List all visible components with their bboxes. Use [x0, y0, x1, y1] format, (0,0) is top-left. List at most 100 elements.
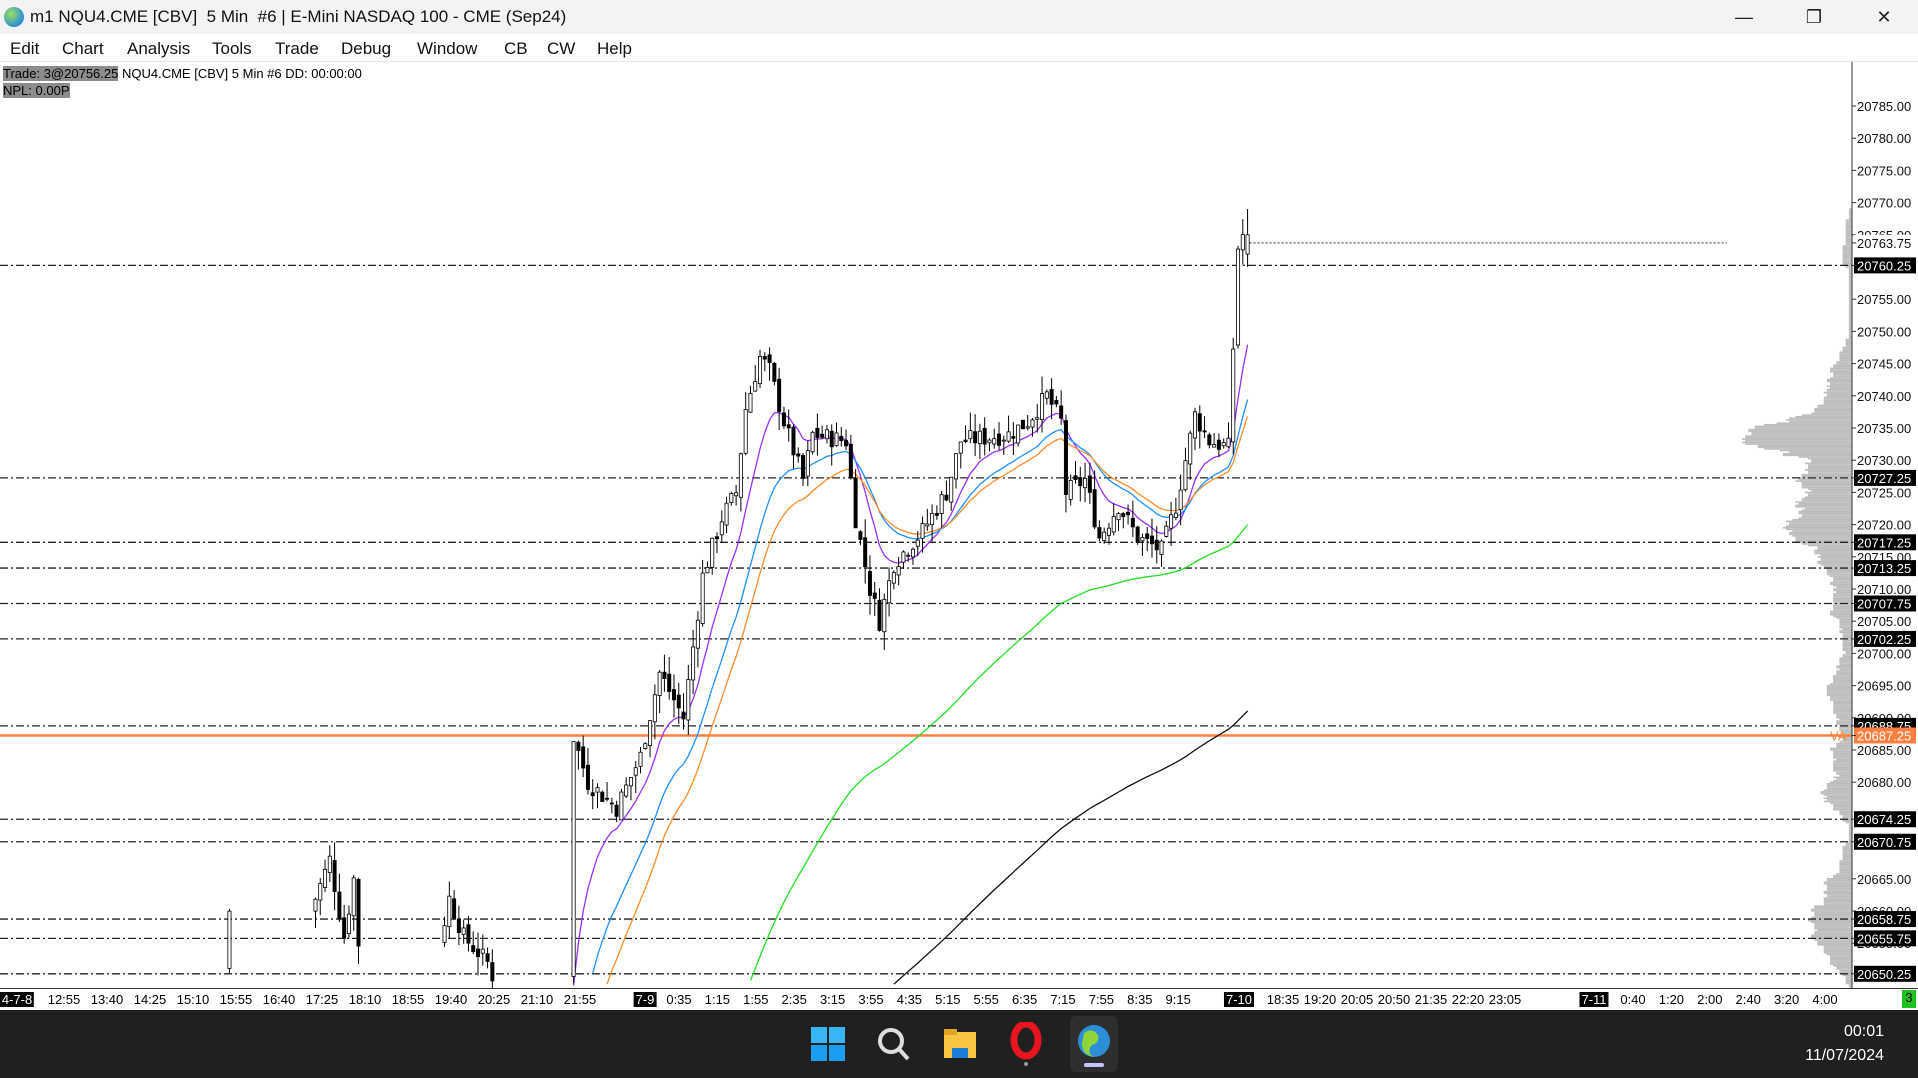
volume-profile-bar — [1833, 366, 1852, 368]
minimize-button[interactable]: — — [1714, 0, 1774, 34]
volume-profile-bar — [1839, 813, 1852, 816]
chart-app-icon[interactable] — [1070, 1016, 1118, 1072]
volume-profile-bar — [1826, 894, 1852, 896]
volume-profile-bar — [1845, 266, 1852, 268]
value-area-label: VA — [1830, 729, 1847, 744]
candle-down — [867, 571, 872, 596]
volume-profile-bar — [1826, 572, 1852, 574]
volume-profile-bar — [1804, 496, 1852, 499]
menu-edit[interactable]: Edit — [10, 39, 39, 59]
volume-profile-bar — [1836, 745, 1852, 748]
volume-profile-bar — [1836, 586, 1852, 589]
candle-down — [614, 804, 619, 817]
volume-profile-bar — [1830, 367, 1852, 370]
candle-up — [987, 439, 992, 444]
menu-trade[interactable]: Trade — [275, 39, 319, 59]
volume-profile-bar — [1789, 523, 1852, 526]
candle-up — [891, 572, 896, 584]
volume-profile-bar — [1782, 452, 1852, 455]
menu-help[interactable]: Help — [597, 39, 632, 59]
menu-debug[interactable]: Debug — [341, 39, 391, 59]
candle-down — [863, 537, 868, 568]
volume-profile-bar — [1798, 502, 1852, 505]
menu-tools[interactable]: Tools — [212, 39, 252, 59]
volume-profile-bar — [1804, 462, 1852, 465]
candle-up — [323, 868, 328, 889]
volume-profile-bar — [1842, 644, 1852, 647]
volume-profile-bar — [1789, 417, 1852, 420]
price-tick-label: 20750.00 — [1857, 324, 1911, 339]
volume-profile-bar — [1842, 262, 1852, 265]
volume-profile-bar — [1833, 578, 1852, 581]
volume-profile-bar — [1823, 947, 1852, 949]
level-price-label: 20658.75 — [1857, 912, 1911, 927]
candle-down — [1078, 477, 1083, 487]
volume-profile-bar — [1823, 800, 1852, 803]
candle-down — [1049, 388, 1054, 405]
volume-profile-bar — [1751, 432, 1852, 434]
candle-up — [977, 430, 982, 445]
candle-down — [973, 431, 978, 444]
volume-profile-bar — [1833, 702, 1852, 705]
candle-up — [227, 910, 232, 969]
volume-profile-bar — [1801, 475, 1852, 478]
candle-up — [571, 741, 576, 977]
volume-profile-bar — [1836, 362, 1852, 365]
volume-profile-bar — [1814, 924, 1852, 927]
time-label: 3:15 — [819, 992, 846, 1007]
opera-icon[interactable] — [1004, 1022, 1048, 1066]
volume-profile-bar — [1789, 451, 1852, 453]
volume-profile-bar — [1842, 858, 1852, 861]
volume-profile-bar — [1842, 246, 1852, 249]
volume-profile-bar — [1833, 808, 1852, 811]
taskbar: 00:01 11/07/2024 — [0, 1010, 1918, 1078]
restore-button[interactable]: ❐ — [1784, 0, 1844, 34]
file-explorer-icon[interactable] — [938, 1022, 982, 1066]
volume-profile-bar — [1830, 612, 1852, 614]
start-icon[interactable] — [806, 1022, 850, 1066]
candle-up — [939, 494, 944, 514]
volume-profile-bar — [1817, 562, 1852, 565]
candle-up — [1164, 525, 1169, 537]
volume-profile-bar — [1845, 219, 1852, 222]
volume-profile-bar — [1826, 395, 1852, 397]
volume-profile-bar — [1845, 981, 1852, 983]
volume-profile-bar — [1826, 390, 1852, 392]
volume-profile-bar — [1814, 409, 1852, 412]
volume-profile-bar — [1839, 718, 1852, 721]
volume-profile-bar — [1839, 351, 1852, 354]
candle-down — [671, 689, 676, 701]
volume-profile-bar — [1839, 868, 1852, 870]
menu-cb[interactable]: CB — [504, 39, 528, 59]
volume-profile-bar — [1823, 950, 1852, 953]
close-button[interactable]: ✕ — [1854, 0, 1914, 34]
volume-profile-bar — [1830, 802, 1852, 804]
volume-profile-bar — [1845, 243, 1852, 246]
volume-profile-bar — [1826, 886, 1852, 888]
candle-up — [805, 450, 810, 477]
candle-down — [1087, 475, 1092, 493]
level-price-label: 20702.25 — [1857, 632, 1911, 647]
candle-down — [452, 898, 457, 919]
menu-analysis[interactable]: Analysis — [127, 39, 190, 59]
volume-profile-bar — [1830, 749, 1852, 751]
volume-profile-bar — [1798, 512, 1852, 515]
price-chart[interactable]: 20785.0020780.0020775.0020770.0020765.00… — [0, 62, 1918, 988]
menu-window[interactable]: Window — [417, 39, 477, 59]
volume-profile-bar — [1823, 898, 1852, 901]
menu-chart[interactable]: Chart — [62, 39, 104, 59]
candle-up — [638, 751, 643, 767]
time-axis[interactable]: 4-7-8 12:55 13:40 14:25 15:10 15:55 16:40 17:25… — [0, 988, 1918, 1010]
system-clock[interactable]: 00:01 11/07/2024 — [1805, 1020, 1884, 1068]
menu-cw[interactable]: CW — [547, 39, 575, 59]
search-icon[interactable] — [872, 1022, 916, 1066]
candle-up — [992, 438, 997, 445]
candle-down — [858, 531, 863, 540]
volume-profile-bar — [1826, 786, 1852, 788]
volume-profile-bar — [1845, 976, 1852, 978]
candle-down — [934, 512, 939, 516]
candle-up — [327, 855, 332, 874]
volume-profile-bar — [1833, 752, 1852, 755]
volume-profile-bar — [1842, 258, 1852, 260]
volume-profile-bar — [1795, 536, 1852, 539]
